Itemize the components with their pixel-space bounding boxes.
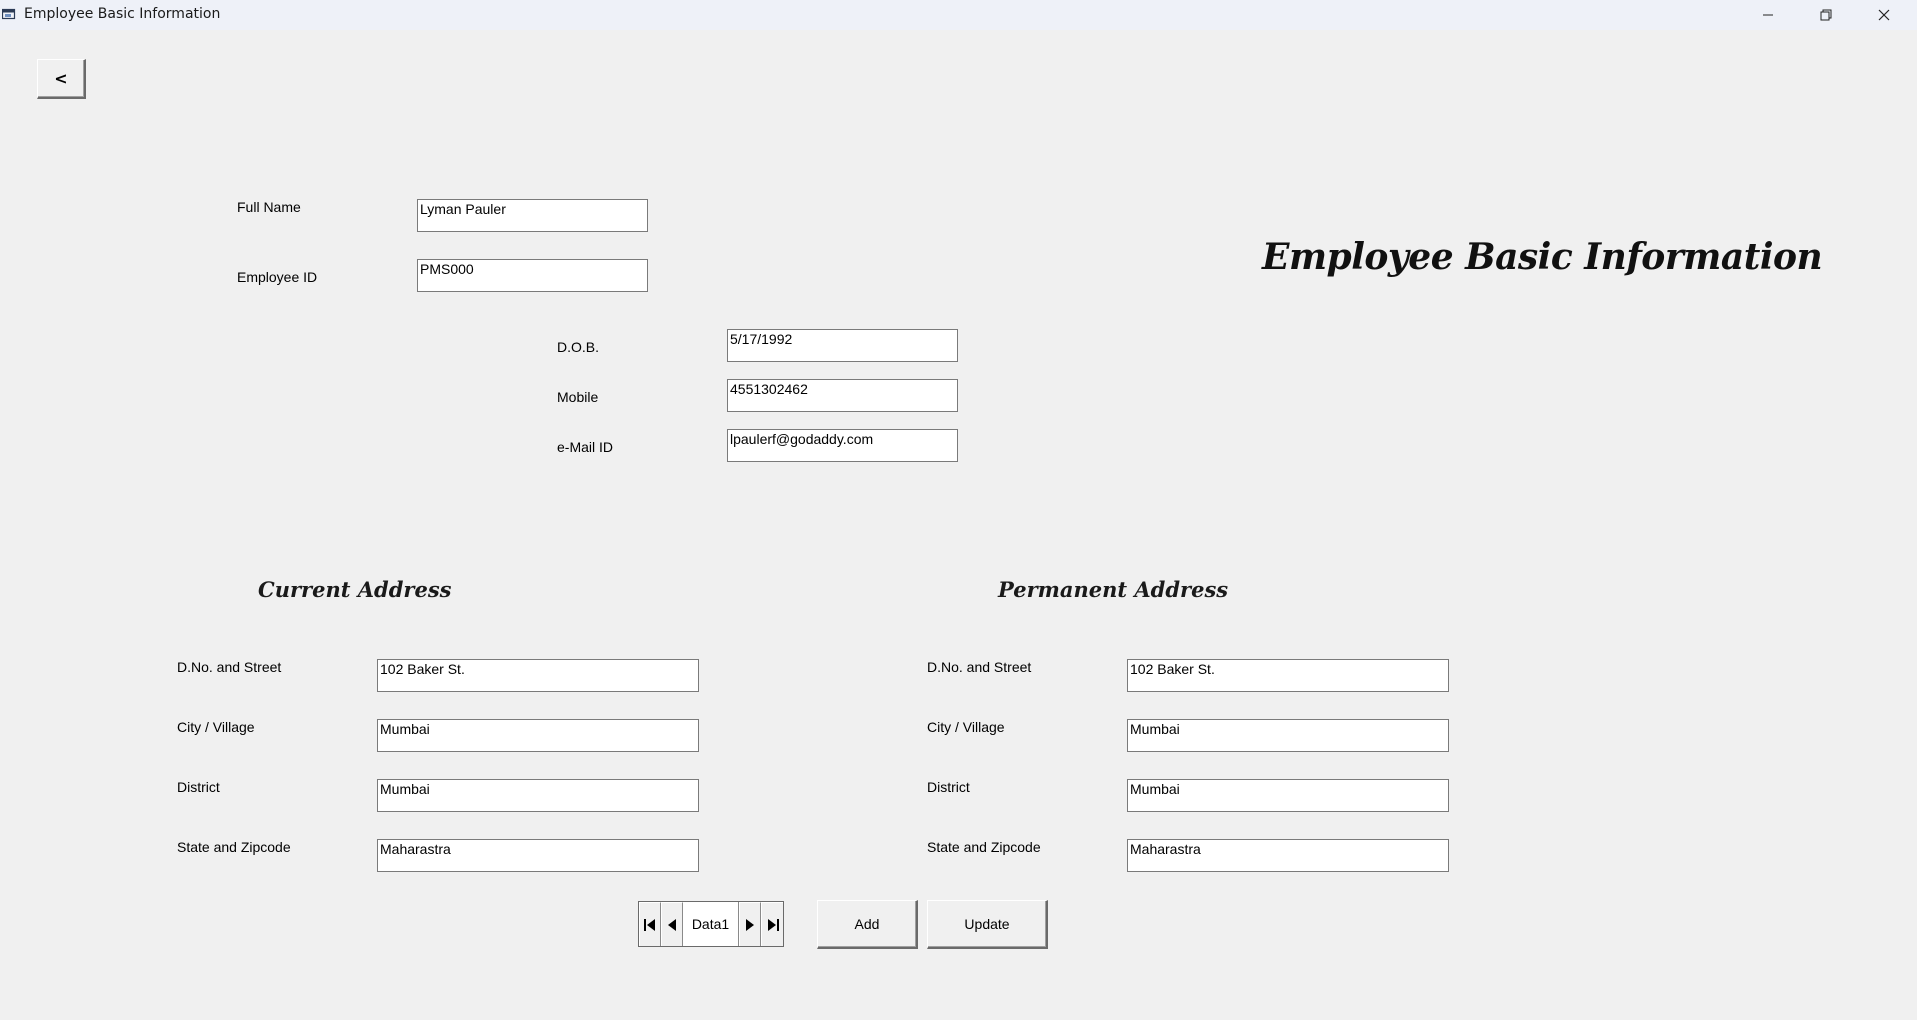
full-name-label: Full Name	[237, 199, 301, 215]
permanent-city-label: City / Village	[927, 719, 1005, 735]
mobile-label: Mobile	[557, 389, 599, 405]
first-record-button[interactable]	[639, 902, 661, 946]
current-street-field[interactable]: 102 Baker St.	[377, 659, 699, 692]
app-window: Employee Basic Information < Employee Ba…	[0, 0, 1917, 1020]
permanent-street-field[interactable]: 102 Baker St.	[1127, 659, 1449, 692]
next-record-button[interactable]	[739, 902, 761, 946]
current-state-label: State and Zipcode	[177, 839, 291, 855]
close-button[interactable]	[1855, 0, 1913, 30]
full-name-field[interactable]: Lyman Pauler	[417, 199, 648, 232]
employee-id-label: Employee ID	[237, 269, 318, 285]
mobile-field[interactable]: 4551302462	[727, 379, 958, 412]
minimize-button[interactable]	[1739, 0, 1797, 30]
current-street-label: D.No. and Street	[177, 659, 282, 675]
back-button[interactable]: <	[37, 59, 86, 99]
email-field[interactable]: lpaulerf@godaddy.com	[727, 429, 958, 462]
last-record-icon	[767, 918, 779, 931]
update-button[interactable]: Update	[927, 900, 1048, 949]
current-district-label: District	[177, 779, 220, 795]
restore-button[interactable]	[1797, 0, 1855, 30]
first-record-icon	[644, 918, 655, 931]
close-icon	[1878, 9, 1890, 21]
current-address-title: Current Address	[258, 577, 452, 602]
current-district-field[interactable]: Mumbai	[377, 779, 699, 812]
navigator-caption: Data1	[683, 902, 739, 946]
current-city-field[interactable]: Mumbai	[377, 719, 699, 752]
employee-id-field[interactable]: PMS000	[417, 259, 648, 292]
permanent-district-label: District	[927, 779, 970, 795]
last-record-button[interactable]	[761, 902, 783, 946]
next-record-icon	[746, 918, 754, 931]
current-city-label: City / Village	[177, 719, 255, 735]
dob-label: D.O.B.	[557, 339, 600, 355]
data-navigator: Data1	[638, 901, 784, 947]
title-bar: Employee Basic Information	[0, 0, 1917, 30]
dob-field[interactable]: 5/17/1992	[727, 329, 958, 362]
current-state-field[interactable]: Maharastra	[377, 839, 699, 872]
previous-record-button[interactable]	[661, 902, 683, 946]
previous-record-icon	[668, 918, 676, 931]
email-label: e-Mail ID	[557, 439, 614, 455]
app-icon	[2, 8, 16, 20]
add-button[interactable]: Add	[817, 900, 918, 949]
permanent-state-field[interactable]: Maharastra	[1127, 839, 1449, 872]
permanent-street-label: D.No. and Street	[927, 659, 1032, 675]
permanent-state-label: State and Zipcode	[927, 839, 1041, 855]
permanent-district-field[interactable]: Mumbai	[1127, 779, 1449, 812]
minimize-icon	[1763, 14, 1773, 16]
restore-icon	[1820, 9, 1832, 21]
permanent-address-title: Permanent Address	[998, 577, 1229, 602]
window-title: Employee Basic Information	[24, 6, 221, 22]
permanent-city-field[interactable]: Mumbai	[1127, 719, 1449, 752]
page-title: Employee Basic Information	[1262, 236, 1823, 278]
